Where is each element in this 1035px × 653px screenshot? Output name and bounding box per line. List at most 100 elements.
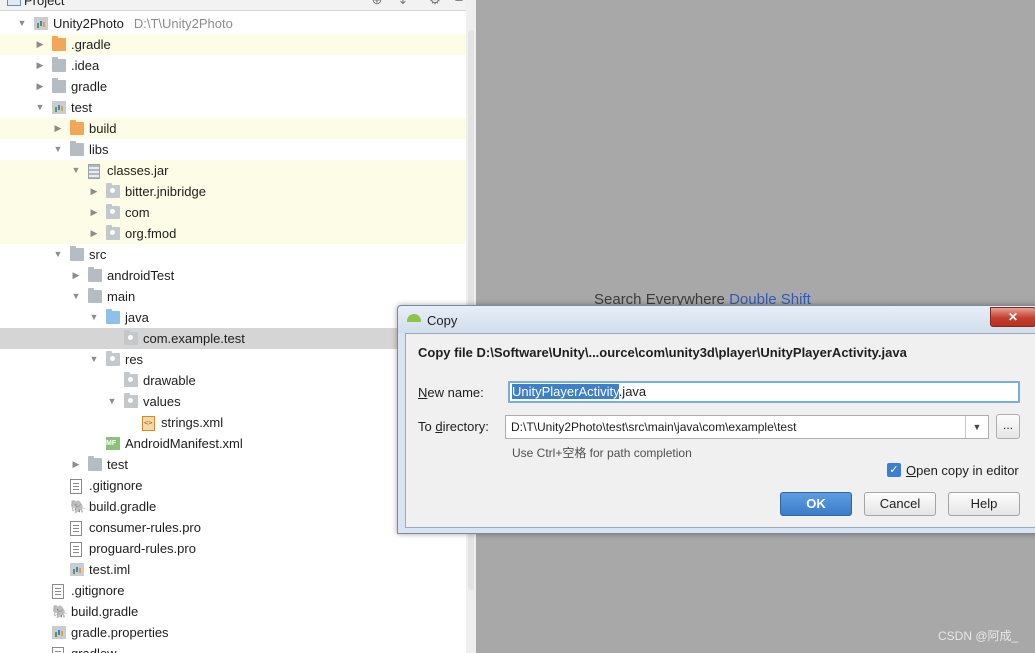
tree-item-label: classes.jar bbox=[107, 163, 169, 178]
chevron-down-icon[interactable]: ▼ bbox=[70, 160, 82, 181]
chevron-down-icon[interactable]: ▼ bbox=[88, 349, 100, 370]
tree-item-label: AndroidManifest.xml bbox=[125, 436, 243, 451]
chevron-right-icon[interactable]: ▶ bbox=[88, 223, 100, 244]
tree-item[interactable]: ▼ test bbox=[0, 97, 466, 118]
chevron-down-icon[interactable]: ▼ bbox=[88, 307, 100, 328]
res-folder-icon bbox=[106, 351, 120, 366]
browse-button[interactable]: ... bbox=[996, 414, 1020, 439]
new-name-input[interactable]: UnityPlayerActivity.java bbox=[508, 381, 1020, 403]
chevron-right-icon[interactable]: ▶ bbox=[88, 181, 100, 202]
tree-item[interactable]: ▼ main bbox=[0, 286, 466, 307]
tree-item[interactable]: proguard-rules.pro bbox=[0, 538, 466, 559]
folder-orange-icon bbox=[52, 36, 66, 51]
chevron-down-icon[interactable]: ▼ bbox=[16, 13, 28, 34]
chevron-down-icon[interactable]: ▼ bbox=[34, 97, 46, 118]
tree-item-label: proguard-rules.pro bbox=[89, 541, 196, 556]
ok-button[interactable]: OK bbox=[780, 492, 852, 516]
tree-item[interactable]: ▶ .gradle bbox=[0, 34, 466, 55]
package-icon bbox=[124, 393, 138, 408]
chevron-down-icon[interactable]: ▼ bbox=[52, 244, 64, 265]
tree-item[interactable]: gradle.properties bbox=[0, 622, 466, 643]
chevron-right-icon[interactable]: ▶ bbox=[70, 454, 82, 475]
tree-item-label: drawable bbox=[143, 373, 196, 388]
tree-item-label: gradle bbox=[71, 79, 108, 94]
tree-item[interactable]: .gitignore bbox=[0, 580, 466, 601]
hide-icon[interactable]: – bbox=[452, 0, 466, 7]
locate-icon[interactable]: ⊕ bbox=[370, 0, 384, 7]
tree-item-label: .gitignore bbox=[89, 478, 143, 493]
open-copy-label[interactable]: Open copy in editor bbox=[906, 463, 1019, 478]
help-button[interactable]: Help bbox=[948, 492, 1020, 516]
to-directory-combo[interactable]: D:\T\Unity2Photo\test\src\main\java\com\… bbox=[505, 415, 989, 439]
tree-item-label: test bbox=[71, 100, 92, 115]
tree-item-label: java bbox=[125, 310, 149, 325]
folder-icon bbox=[52, 57, 66, 72]
collapse-icon[interactable]: ⇟ bbox=[396, 0, 410, 7]
chevron-down-icon[interactable]: ▼ bbox=[106, 391, 118, 412]
tree-item[interactable]: 🐘 build.gradle bbox=[0, 601, 466, 622]
tree-item[interactable]: ▼ libs bbox=[0, 139, 466, 160]
chevron-right-icon[interactable]: ▶ bbox=[34, 55, 46, 76]
tree-item-label: .idea bbox=[71, 58, 100, 73]
tree-item[interactable]: ▶ androidTest bbox=[0, 265, 466, 286]
tree-item[interactable]: ▶ org.fmod bbox=[0, 223, 466, 244]
path-completion-hint: Use Ctrl+空格 for path completion bbox=[512, 446, 692, 460]
chevron-down-icon[interactable]: ▼ bbox=[70, 286, 82, 307]
package-icon bbox=[106, 225, 120, 240]
copy-file-heading: Copy file D:\Software\Unity\...ource\com… bbox=[418, 345, 907, 360]
chevron-right-icon[interactable]: ▶ bbox=[88, 202, 100, 223]
chevron-right-icon[interactable]: ▶ bbox=[52, 118, 64, 139]
gear-icon[interactable]: ⚙ bbox=[428, 0, 442, 7]
tree-item-label: Unity2Photo D:\T\Unity2Photo bbox=[53, 16, 233, 31]
tree-item-label: androidTest bbox=[107, 268, 175, 283]
tree-item[interactable]: ▼ classes.jar bbox=[0, 160, 466, 181]
tree-item-label: .gradle bbox=[71, 37, 111, 52]
package-icon bbox=[106, 204, 120, 219]
file-icon bbox=[52, 584, 64, 599]
folder-icon bbox=[70, 246, 84, 261]
project-icon bbox=[7, 0, 21, 6]
folder-icon bbox=[88, 456, 102, 471]
watermark: CSDN @阿成_ bbox=[938, 629, 1019, 643]
folder-icon bbox=[88, 267, 102, 282]
package-icon bbox=[124, 372, 138, 387]
tree-item[interactable]: ▶ .idea bbox=[0, 55, 466, 76]
new-name-label: New name: bbox=[418, 385, 484, 400]
module-icon bbox=[52, 626, 66, 639]
module-icon bbox=[34, 17, 48, 30]
tree-item-label: strings.xml bbox=[161, 415, 224, 430]
close-button[interactable]: ✕ bbox=[990, 307, 1035, 327]
tree-item-label: build.gradle bbox=[71, 604, 139, 619]
tree-item[interactable]: ▶ gradle bbox=[0, 76, 466, 97]
tree-item-path: D:\T\Unity2Photo bbox=[133, 16, 233, 31]
folder-orange-icon bbox=[70, 120, 84, 135]
tree-item[interactable]: ▼ src bbox=[0, 244, 466, 265]
project-panel-header: Project ⊕ ⇟ ⚙ – bbox=[0, 0, 476, 11]
tree-item[interactable]: test.iml bbox=[0, 559, 466, 580]
module-icon bbox=[52, 101, 66, 114]
to-directory-value: D:\T\Unity2Photo\test\src\main\java\com\… bbox=[511, 420, 797, 434]
tree-item-label: src bbox=[89, 247, 107, 262]
tree-item[interactable]: ▶ com bbox=[0, 202, 466, 223]
chevron-down-icon[interactable]: ▼ bbox=[52, 139, 64, 160]
dialog-titlebar[interactable]: Copy ✕ bbox=[398, 306, 1035, 333]
tree-item[interactable]: ▶ build bbox=[0, 118, 466, 139]
open-copy-checkbox[interactable]: ✓ bbox=[887, 463, 901, 477]
chevron-down-icon[interactable]: ▼ bbox=[965, 416, 988, 438]
tree-item[interactable]: ▼ Unity2Photo D:\T\Unity2Photo bbox=[0, 13, 466, 34]
tree-item-label: com.example.test bbox=[143, 331, 245, 346]
xml-icon bbox=[142, 416, 155, 431]
cancel-button[interactable]: Cancel bbox=[864, 492, 936, 516]
chevron-right-icon[interactable]: ▶ bbox=[70, 265, 82, 286]
tree-item-label: gradle.properties bbox=[71, 625, 169, 640]
folder-icon bbox=[52, 78, 66, 93]
chevron-right-icon[interactable]: ▶ bbox=[34, 76, 46, 97]
tree-item[interactable]: gradlew bbox=[0, 643, 466, 653]
tree-item[interactable]: ▶ bitter.jnibridge bbox=[0, 181, 466, 202]
folder-blue-icon bbox=[106, 309, 120, 324]
dialog-body: Copy file D:\Software\Unity\...ource\com… bbox=[405, 333, 1035, 528]
file-icon bbox=[70, 479, 82, 494]
project-panel-title[interactable]: Project bbox=[24, 0, 64, 8]
tree-item-label: consumer-rules.pro bbox=[89, 520, 201, 535]
chevron-right-icon[interactable]: ▶ bbox=[34, 34, 46, 55]
